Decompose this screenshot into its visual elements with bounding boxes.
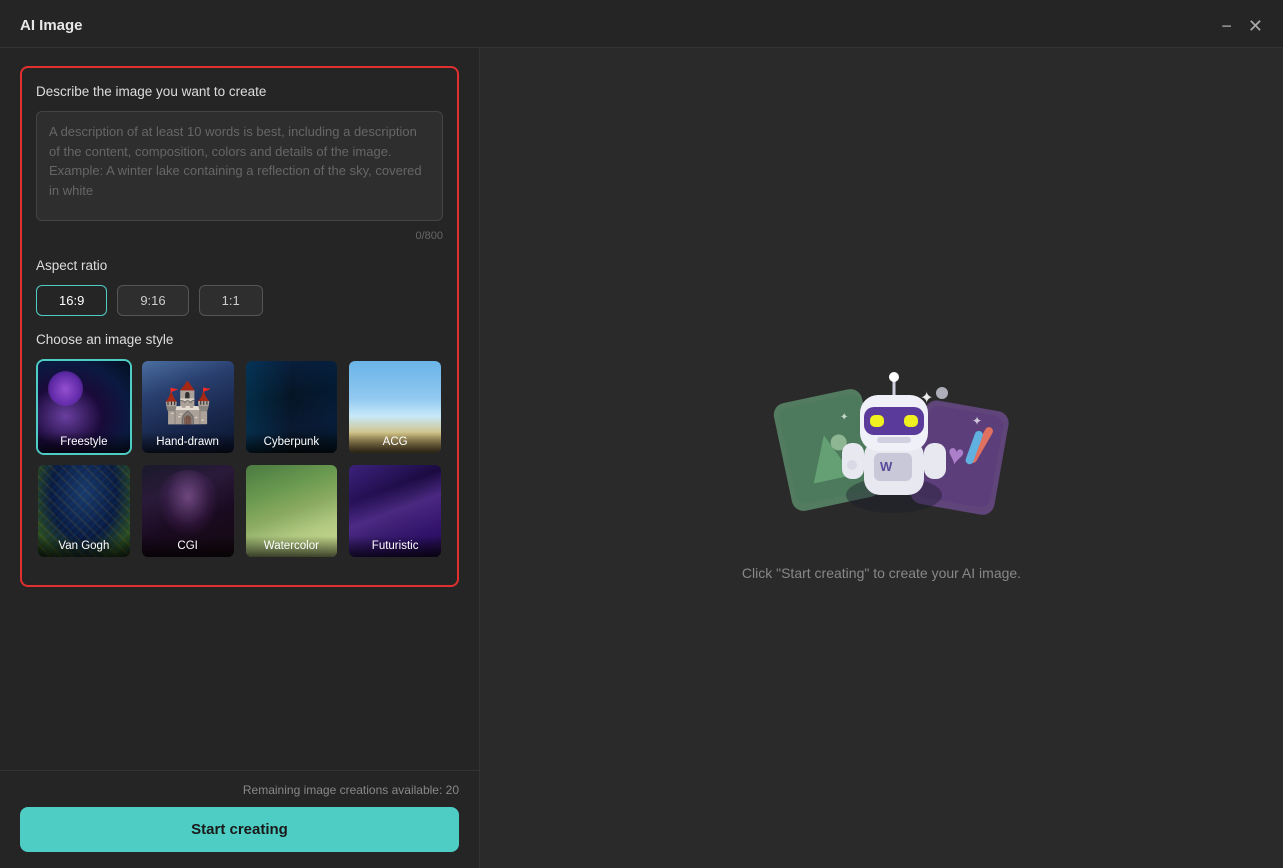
right-panel: ♥ W (480, 48, 1283, 868)
left-panel: Describe the image you want to create 0/… (0, 48, 480, 868)
svg-text:✦: ✦ (972, 414, 982, 428)
description-input[interactable] (36, 111, 443, 221)
style-label-cgi: CGI (142, 536, 234, 557)
minimize-button[interactable]: − (1221, 17, 1232, 35)
aspect-btn-1-1[interactable]: 1:1 (199, 285, 263, 316)
style-card-handdrawn[interactable]: Hand-drawn (140, 359, 236, 455)
aspect-btn-9-16[interactable]: 9:16 (117, 285, 188, 316)
aspect-btn-16-9[interactable]: 16:9 (36, 285, 107, 316)
close-button[interactable]: ✕ (1248, 17, 1263, 35)
right-hint-text: Click "Start creating" to create your AI… (742, 565, 1021, 581)
style-label-freestyle: Freestyle (38, 432, 130, 453)
bottom-area: Remaining image creations available: 20 … (0, 770, 479, 868)
main-layout: Describe the image you want to create 0/… (0, 48, 1283, 868)
style-card-acg[interactable]: ACG (347, 359, 443, 455)
svg-text:W: W (880, 459, 893, 474)
char-count: 0/800 (36, 230, 443, 242)
title-bar: AI Image − ✕ (0, 0, 1283, 48)
style-label-acg: ACG (349, 432, 441, 453)
style-card-freestyle[interactable]: Freestyle (36, 359, 132, 455)
style-label-watercolor: Watercolor (246, 536, 338, 557)
style-card-vangogh[interactable]: Van Gogh (36, 463, 132, 559)
style-card-cyberpunk[interactable]: Cyberpunk (244, 359, 340, 455)
settings-box: Describe the image you want to create 0/… (20, 66, 459, 587)
remaining-text: Remaining image creations available: 20 (20, 783, 459, 797)
aspect-ratio-buttons: 16:9 9:16 1:1 (36, 285, 443, 316)
form-area: Describe the image you want to create 0/… (0, 48, 479, 770)
svg-text:✦: ✦ (840, 412, 848, 423)
style-grid: Freestyle Hand-drawn Cyberpunk A (36, 359, 443, 559)
style-label-vangogh: Van Gogh (38, 536, 130, 557)
describe-title: Describe the image you want to create (36, 84, 443, 99)
window-title: AI Image (20, 17, 83, 34)
window-controls: − ✕ (1221, 17, 1263, 35)
style-title: Choose an image style (36, 332, 443, 347)
style-label-handdrawn: Hand-drawn (142, 432, 234, 453)
robot-illustration: ♥ W (752, 335, 1012, 535)
aspect-ratio-section: Aspect ratio 16:9 9:16 1:1 (36, 258, 443, 316)
style-card-futuristic[interactable]: Futuristic (347, 463, 443, 559)
start-creating-button[interactable]: Start creating (20, 807, 459, 852)
style-card-cgi[interactable]: CGI (140, 463, 236, 559)
style-card-watercolor[interactable]: Watercolor (244, 463, 340, 559)
aspect-ratio-title: Aspect ratio (36, 258, 443, 273)
style-label-futuristic: Futuristic (349, 536, 441, 557)
style-label-cyberpunk: Cyberpunk (246, 432, 338, 453)
style-section: Choose an image style Freestyle Hand-dra… (36, 332, 443, 559)
svg-text:✦: ✦ (920, 390, 933, 407)
